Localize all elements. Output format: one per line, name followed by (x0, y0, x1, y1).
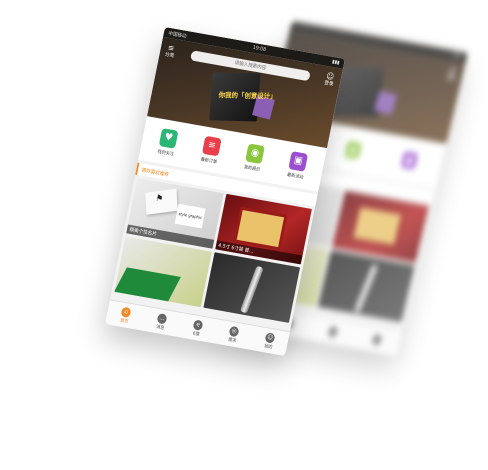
tab-6du[interactable]: e 6度 (191, 318, 204, 338)
compass-icon: ◎ (371, 334, 383, 346)
banner-title: 你我的「创意设计」 (218, 91, 277, 101)
shortcut-quotes[interactable]: ◉ 我的报价 (243, 142, 265, 173)
pen-image (353, 263, 379, 313)
heart-icon: ♥ (158, 127, 179, 149)
shortcut-orders[interactable]: ≡ 最新订单 (200, 135, 222, 165)
tab-messages[interactable]: … 消息 (155, 312, 168, 331)
tab-label: 消息 (155, 324, 165, 331)
card-logo-text: style graphic (174, 203, 206, 229)
pen-image (239, 265, 264, 314)
login-button[interactable]: ☺ 登录 (323, 71, 336, 88)
order-icon: ≡ (202, 135, 222, 156)
e-icon: e (192, 318, 204, 331)
shortcut-quotes: ◉ (344, 140, 363, 160)
broadcast-icon: ◉ (245, 142, 265, 164)
clock-label: 19:08 (252, 44, 267, 54)
gift-icon: ▣ (400, 151, 419, 170)
shortcut-events[interactable]: ▣ 最新活动 (286, 150, 309, 181)
login-label: 登录 (445, 74, 457, 83)
shortcut-follow[interactable]: ♥ 我的关注 (157, 127, 179, 158)
user-icon: ☺ (264, 331, 276, 344)
e-icon: e (327, 326, 339, 338)
gift-icon: ▣ (288, 150, 309, 172)
product-card[interactable] (202, 252, 301, 323)
shortcut-events: ▣ (400, 151, 419, 170)
tab-label: 6度 (192, 330, 201, 338)
product-card (331, 190, 429, 263)
shortcut-label: 最新订单 (200, 157, 218, 165)
battery-label: 64% (451, 52, 464, 61)
compass-icon: ◎ (228, 325, 240, 337)
shortcut-label: 最新活动 (286, 172, 304, 181)
tab-label: 首页 (119, 318, 129, 325)
product-card (317, 250, 415, 323)
tab-demand: ◎ (371, 334, 383, 346)
tab-6du: e (327, 326, 339, 338)
login-label: 登录 (323, 80, 334, 88)
tab-mine[interactable]: ☺ 我的 (263, 331, 276, 351)
product-card[interactable] (114, 236, 212, 308)
battery-icon: ▮▮▮ (331, 58, 341, 67)
broadcast-icon: ◉ (344, 140, 363, 160)
tab-home[interactable]: ⌂ 首页 (119, 306, 132, 325)
category-menu-button[interactable]: ≡ 分类 (164, 43, 176, 60)
tab-demand[interactable]: ◎ 需求 (227, 325, 240, 344)
gift-box-image (349, 203, 405, 249)
shortcut-label: 我的报价 (243, 164, 261, 173)
tab-label: 我的 (263, 343, 273, 351)
home-icon: ⌂ (120, 306, 132, 318)
category-menu-label: 分类 (164, 51, 175, 60)
paper-bag-image (114, 267, 181, 302)
tab-label: 需求 (227, 337, 237, 344)
product-card[interactable]: ⚑ style graphic 精美个性名片 (126, 177, 224, 249)
login-button: ☺ 登录 (445, 66, 458, 83)
shortcut-label: 我的关注 (157, 149, 175, 158)
chat-icon: … (156, 312, 168, 325)
